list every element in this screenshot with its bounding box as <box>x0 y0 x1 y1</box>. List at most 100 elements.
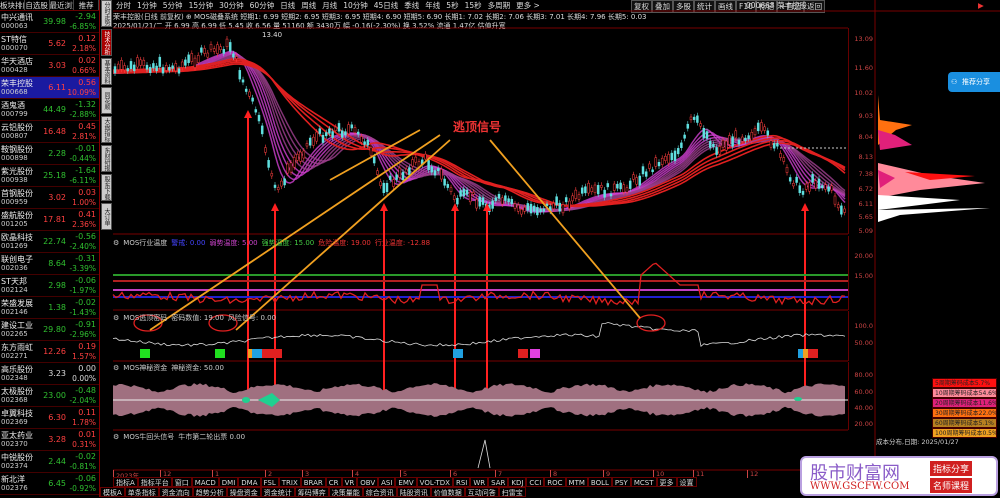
template-tab[interactable]: 筹码博弈 <box>294 487 329 497</box>
indicator-tab[interactable]: PSY <box>611 477 631 487</box>
candle <box>798 185 802 194</box>
indicator-tab[interactable]: VR <box>341 477 358 487</box>
indicator-tab[interactable]: VOL-TDX <box>416 477 453 487</box>
candle <box>766 130 770 136</box>
indicator-tab[interactable]: OBV <box>357 477 379 487</box>
candle <box>648 163 651 169</box>
indicator-tab[interactable]: DMI <box>218 477 239 487</box>
indicator-tab[interactable]: MCST <box>630 477 657 487</box>
indicator-tab[interactable]: FSL <box>260 477 279 487</box>
candle <box>404 168 408 173</box>
candle <box>209 44 213 50</box>
indicator-tab[interactable]: DMA <box>238 477 261 487</box>
candle <box>238 70 242 80</box>
template-tab[interactable]: 资金统计 <box>260 487 295 497</box>
settings-icon[interactable]: ⚙ <box>113 314 119 322</box>
axis-label: 9.03 <box>858 112 873 120</box>
indicator-tab[interactable]: CCI <box>526 477 545 487</box>
signal-block <box>808 349 818 358</box>
axis-label: 11.60 <box>854 64 873 72</box>
indicator-tab[interactable]: TRIX <box>278 477 301 487</box>
share-button[interactable]: ⚇ 推荐分享 <box>948 72 1000 92</box>
ind4-header: ⚙ MOS牛回头信号 牛市第二轮出票 0.00 <box>113 432 249 442</box>
candle <box>817 178 821 189</box>
candle <box>616 183 619 189</box>
candle <box>257 114 261 122</box>
settings-icon[interactable]: ⚙ <box>113 433 119 441</box>
candle <box>539 208 542 212</box>
axis-label: 40.00 <box>854 404 873 412</box>
candle <box>654 157 658 167</box>
candle <box>164 64 168 71</box>
candle <box>177 68 181 74</box>
candle <box>337 123 341 132</box>
industry-temp-line <box>112 262 846 307</box>
template-tab[interactable]: 单条指标 <box>124 487 159 497</box>
candle <box>334 126 338 131</box>
indicator-tab[interactable]: 指标A <box>113 477 138 487</box>
bull-signal-spike <box>477 439 491 469</box>
axis-label: 50.00 <box>854 339 873 347</box>
candle <box>600 185 603 188</box>
legend-item: 10周期筹码成本54.6% <box>932 388 997 398</box>
candle <box>683 134 686 139</box>
signal-block <box>252 349 262 358</box>
candle <box>507 198 510 203</box>
template-tab[interactable]: 扫雷宝 <box>498 487 526 497</box>
candle <box>251 97 254 102</box>
candle <box>462 188 466 197</box>
candle <box>376 170 379 175</box>
indicator-tab[interactable]: BRAR <box>300 477 326 487</box>
indicator-tab[interactable]: EMV <box>395 477 417 487</box>
indicator-tab[interactable]: MACD <box>191 477 219 487</box>
candle <box>353 127 357 134</box>
candle <box>840 205 843 215</box>
template-tab[interactable]: 陆股资讯 <box>396 487 431 497</box>
candle <box>660 157 664 165</box>
settings-icon[interactable]: ⚙ <box>113 239 119 247</box>
indicator-value: 牛市第二轮出票 0.00 <box>178 433 246 441</box>
candle <box>347 124 350 134</box>
indicator-tab[interactable]: MTM <box>565 477 588 487</box>
candle <box>273 184 277 188</box>
settings-icon[interactable]: ⚙ <box>113 364 119 372</box>
template-tab[interactable]: 互动问答 <box>464 487 499 497</box>
candle <box>587 182 590 194</box>
indicator-tab[interactable]: 更多 <box>656 477 677 487</box>
candle <box>465 189 469 195</box>
indicator-tab[interactable]: RSI <box>452 477 471 487</box>
candle <box>235 56 238 59</box>
candle <box>744 137 747 142</box>
candle <box>497 193 501 199</box>
template-tab[interactable]: 模板A <box>100 487 125 497</box>
indicator-value: 危险温度: 19.00 <box>318 239 371 247</box>
indicator-tab[interactable]: 设置 <box>676 477 697 487</box>
template-tab[interactable]: 决策量能 <box>328 487 363 497</box>
template-tab[interactable]: 价值数据 <box>430 487 465 497</box>
candle <box>513 203 517 209</box>
template-tab[interactable]: 操盘资金 <box>226 487 261 497</box>
candle <box>190 53 194 62</box>
template-tab[interactable]: 资金流向 <box>158 487 193 497</box>
candle <box>718 146 722 155</box>
price-axis: 13.09 11.60 10.02 9.03 8.04 8.13 7.38 6.72 6.11 5… <box>848 28 875 235</box>
indicator-tab[interactable]: WR <box>470 477 489 487</box>
indicator-tab[interactable]: BOLL <box>587 477 612 487</box>
candle <box>305 143 309 147</box>
indicator-tab[interactable]: KDJ <box>508 477 527 487</box>
template-tab[interactable]: 综合资讯 <box>362 487 397 497</box>
candle <box>644 171 648 177</box>
signal-block <box>140 349 150 358</box>
indicator-tab[interactable]: ROC <box>544 477 566 487</box>
candle <box>289 162 293 173</box>
indicator-tab[interactable]: CR <box>325 477 342 487</box>
indicator-tab[interactable]: ASI <box>378 477 396 487</box>
indicator-tab[interactable]: 指标平台 <box>137 477 172 487</box>
indicator-tab[interactable]: SAR <box>488 477 509 487</box>
candle <box>408 167 411 175</box>
template-tab[interactable]: 趋势分析 <box>192 487 227 497</box>
indicator-tab[interactable]: 窗口 <box>171 477 192 487</box>
chip-distribution <box>878 163 985 198</box>
candle <box>577 194 581 200</box>
ind3-header: ⚙ MOS神秘资金 神秘资金: 50.00 <box>113 363 228 373</box>
